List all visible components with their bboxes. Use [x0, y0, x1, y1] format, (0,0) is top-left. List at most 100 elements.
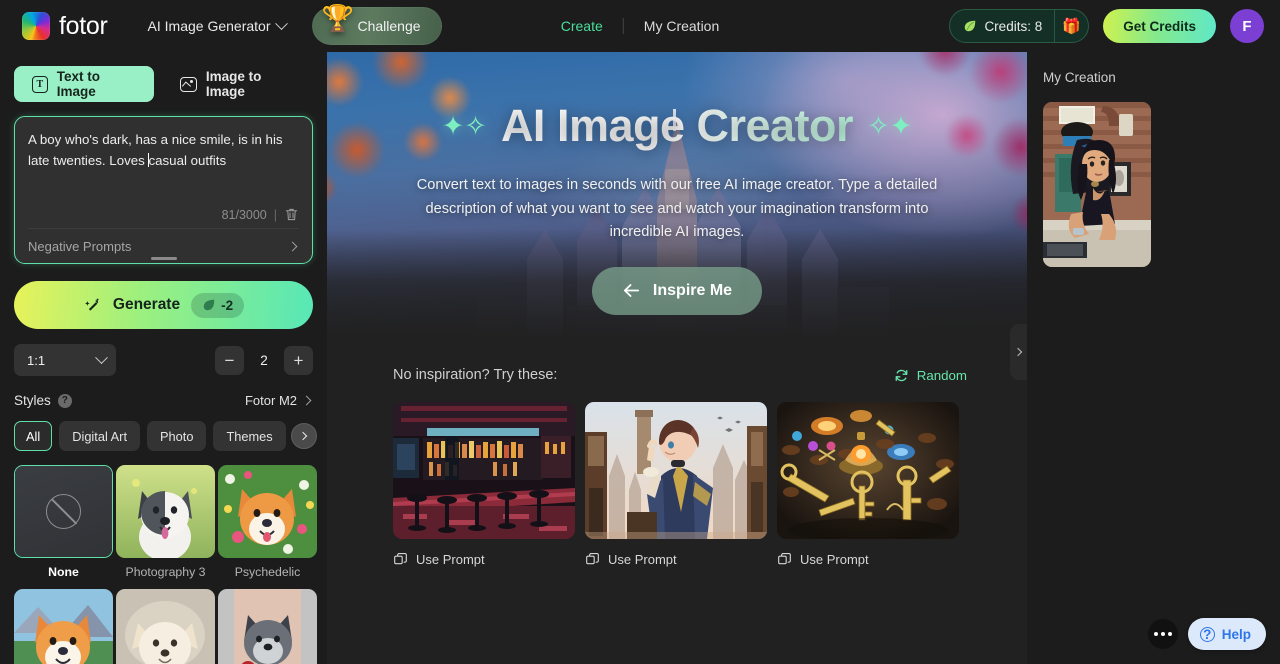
- creation-thumbnail[interactable]: [1043, 102, 1151, 267]
- my-creation-title: My Creation: [1043, 70, 1116, 85]
- gift-button[interactable]: 🎁: [1054, 10, 1088, 42]
- use-prompt-label: Use Prompt: [608, 552, 677, 567]
- use-prompt-label: Use Prompt: [416, 552, 485, 567]
- copy-icon: [586, 552, 599, 565]
- inspiration-thumbnail[interactable]: [393, 402, 575, 539]
- shiba-flowers-image: [218, 465, 317, 558]
- tattoo-dog-arm-image: [218, 589, 317, 664]
- style-item-psychedelic[interactable]: Psychedelic: [218, 465, 317, 579]
- inspiration-thumbnail[interactable]: [585, 402, 767, 539]
- trash-icon[interactable]: [284, 207, 299, 222]
- style-item-none[interactable]: None: [14, 465, 113, 579]
- tab-image-to-image[interactable]: Image to Image: [162, 66, 313, 102]
- styles-label: Styles: [14, 393, 51, 408]
- style-chip-all[interactable]: All: [14, 421, 53, 451]
- style-thumb: [218, 465, 317, 558]
- prompt-input[interactable]: A boy who's dark, has a nice smile, is i…: [28, 130, 299, 207]
- fotor-color-wheel-icon: [22, 12, 50, 40]
- style-chip-themes[interactable]: Themes: [213, 421, 286, 451]
- use-prompt-button[interactable]: Use Prompt: [393, 552, 575, 567]
- refresh-icon: [895, 369, 908, 381]
- anime-wizard-city-image: [585, 402, 767, 539]
- copy-icon: [394, 552, 407, 565]
- neon-bar-interior-image: [393, 402, 575, 539]
- leaf-icon: [965, 20, 976, 32]
- style-chips-next-button[interactable]: [291, 423, 317, 449]
- style-item-5[interactable]: [116, 589, 215, 664]
- challenge-button[interactable]: 🏆 Challenge: [312, 5, 442, 45]
- inspire-me-button[interactable]: Inspire Me: [591, 266, 763, 315]
- inspiration-thumbnail[interactable]: [777, 402, 959, 539]
- quantity-decrease-button[interactable]: −: [215, 345, 244, 375]
- style-model-selector[interactable]: Fotor M2: [245, 393, 313, 408]
- brand-logo[interactable]: fotor: [22, 12, 108, 41]
- hero-subtitle: Convert text to images in seconds with o…: [416, 177, 938, 241]
- app-root: fotor AI Image Generator 🏆 Challenge Cre…: [0, 0, 1280, 664]
- prompt-box[interactable]: A boy who's dark, has a nice smile, is i…: [14, 116, 313, 264]
- no-style-icon: [15, 466, 112, 557]
- random-button[interactable]: Random: [894, 368, 967, 383]
- nav-create[interactable]: Create: [561, 18, 603, 34]
- more-dots-icon[interactable]: [1147, 619, 1178, 649]
- inspiration-card: Use Prompt: [393, 402, 575, 567]
- image-icon: [179, 76, 197, 92]
- credits-pill[interactable]: Credits: 8 🎁: [949, 9, 1090, 43]
- chevron-down-icon: [275, 16, 289, 30]
- hero-banner: ✦✧ AI Image Creator ✧✦ Convert text to i…: [327, 52, 1027, 339]
- question-mark-icon[interactable]: ?: [57, 393, 72, 408]
- brand-name: fotor: [59, 11, 108, 40]
- output-options-row: 1:1 − 2 +: [14, 344, 313, 376]
- inspiration-grid: Use Prompt Use Prompt Use Prompt: [393, 402, 967, 567]
- gift-icon: 🎁: [1062, 18, 1082, 35]
- char-counter: 81/3000: [221, 207, 267, 222]
- style-chip-photo[interactable]: Photo: [147, 421, 207, 451]
- main-content: ✦✧ AI Image Creator ✧✦ Convert text to i…: [327, 52, 1027, 664]
- aspect-ratio-value: 1:1: [27, 352, 46, 368]
- generate-button[interactable]: Generate -2: [14, 281, 313, 329]
- nav-my-creation[interactable]: My Creation: [644, 18, 719, 34]
- style-thumb: [14, 589, 113, 664]
- hero-content: ✦✧ AI Image Creator ✧✦ Convert text to i…: [327, 52, 1027, 315]
- product-menu[interactable]: AI Image Generator: [148, 16, 289, 34]
- mode-tabs: T Text to Image Image to Image: [14, 66, 313, 102]
- chevron-right-icon: [287, 241, 298, 251]
- negative-prompts-label: Negative Prompts: [28, 238, 132, 254]
- use-prompt-button[interactable]: Use Prompt: [585, 552, 767, 567]
- tab-text-to-image-label: Text to Image: [56, 69, 101, 99]
- style-item-photography-3[interactable]: Photography 3: [116, 465, 215, 579]
- inspiration-card: Use Prompt: [585, 402, 767, 567]
- use-prompt-button[interactable]: Use Prompt: [777, 552, 959, 567]
- style-chip-digital-art[interactable]: Digital Art: [59, 421, 140, 451]
- styles-title-group: Styles ?: [14, 393, 72, 408]
- chevron-down-icon: [95, 350, 108, 364]
- resize-grip[interactable]: [150, 257, 177, 260]
- inspire-me-label: Inspire Me: [652, 281, 733, 299]
- sparkle-icon: ✧✦: [867, 110, 913, 141]
- style-thumb: [218, 589, 317, 664]
- right-panel-collapse-handle[interactable]: [1010, 324, 1027, 380]
- quantity-value: 2: [260, 352, 268, 368]
- style-thumb: [116, 589, 215, 664]
- golden-keys-gems-image: [777, 402, 959, 539]
- shiba-mountains-image: [14, 589, 113, 664]
- challenge-label: Challenge: [357, 18, 421, 34]
- page-title: AI Image Creator: [500, 100, 854, 151]
- help-button[interactable]: ? Help: [1187, 618, 1266, 650]
- quantity-increase-button[interactable]: +: [284, 345, 313, 375]
- tab-text-to-image[interactable]: T Text to Image: [14, 66, 154, 102]
- avatar[interactable]: F: [1230, 9, 1264, 43]
- get-credits-button[interactable]: Get Credits: [1103, 9, 1216, 43]
- generate-cost-value: -2: [221, 297, 234, 313]
- floating-action-row: ? Help: [1147, 618, 1266, 650]
- generate-label: Generate: [112, 296, 181, 313]
- meta-separator: |: [273, 207, 277, 222]
- style-item-4[interactable]: [14, 589, 113, 664]
- arrow-left-icon: [623, 284, 639, 298]
- style-item-6[interactable]: [218, 589, 317, 664]
- help-label: Help: [1221, 626, 1251, 642]
- aspect-ratio-select[interactable]: 1:1: [14, 344, 116, 376]
- prompt-text-after-caret: casual outfits: [148, 152, 227, 168]
- inspiration-card: Use Prompt: [777, 402, 959, 567]
- tab-image-to-image-label: Image to Image: [205, 69, 262, 99]
- app-header: fotor AI Image Generator 🏆 Challenge Cre…: [0, 0, 1280, 52]
